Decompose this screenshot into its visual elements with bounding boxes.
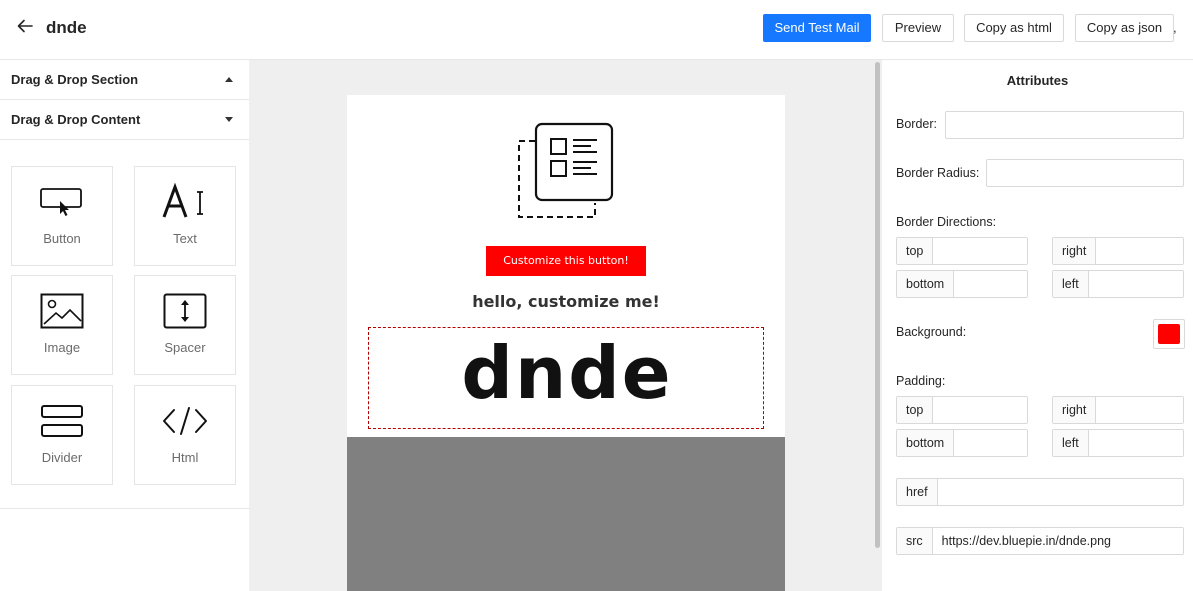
tile-button-label: Button <box>43 231 81 246</box>
button-icon <box>40 188 82 216</box>
padding-bottom-addon: bottom <box>897 430 955 456</box>
border-radius-label: Border Radius: <box>896 166 979 180</box>
padding-bottom-field[interactable]: bottom <box>896 429 1028 457</box>
href-addon: href <box>897 479 938 505</box>
back-arrow-icon[interactable] <box>16 17 34 35</box>
padding-top-input[interactable] <box>933 397 1027 423</box>
app-title: dnde <box>46 18 87 37</box>
background-color-picker[interactable] <box>1153 319 1185 349</box>
border-label: Border: <box>896 117 937 131</box>
border-left-input[interactable] <box>1088 271 1183 297</box>
caret-down-icon <box>225 117 233 122</box>
html-icon <box>163 407 207 435</box>
email-cta-button[interactable]: Customize this button! <box>486 246 646 276</box>
border-directions-label-colon: : <box>992 215 997 229</box>
canvas-scrollbar[interactable] <box>875 62 880 548</box>
email-heading-text[interactable]: hello, customize me! <box>347 292 785 311</box>
padding-label-text: Padding <box>896 374 942 388</box>
border-radius-label-colon: : <box>975 166 980 180</box>
tile-divider[interactable]: Divider <box>11 385 113 485</box>
text-icon <box>162 182 203 218</box>
background-label-colon: : <box>962 325 967 339</box>
border-directions-label-text: Border Directions <box>896 215 993 229</box>
border-top-field[interactable]: top <box>896 237 1028 265</box>
border-directions-label: Border Directions: <box>896 215 996 229</box>
tile-text[interactable]: Text <box>134 166 236 266</box>
padding-right-input[interactable] <box>1096 397 1183 423</box>
content-tiles-panel: Button Text Image Spacer Divider Html <box>0 141 250 509</box>
border-bottom-addon: bottom <box>897 271 955 297</box>
header-trailing-text: , <box>1173 20 1177 35</box>
preview-button[interactable]: Preview <box>882 14 954 42</box>
dnde-logo-text: dnde <box>461 331 672 415</box>
attributes-title: Attributes <box>1006 73 1069 88</box>
border-radius-label-text: Border Radius <box>896 166 976 180</box>
src-input[interactable] <box>932 528 1183 554</box>
attributes-panel: Attributes Border: Border Radius: Border… <box>882 60 1193 591</box>
image-icon <box>40 293 84 329</box>
content-header-label: Drag & Drop Content <box>11 112 141 127</box>
border-radius-input[interactable] <box>986 159 1184 187</box>
padding-bottom-input[interactable] <box>954 430 1027 456</box>
caret-up-icon <box>225 77 233 82</box>
drag-drop-content-header[interactable]: Drag & Drop Content <box>0 100 249 140</box>
padding-left-input[interactable] <box>1088 430 1183 456</box>
tile-divider-label: Divider <box>41 450 83 465</box>
padding-label: Padding: <box>896 374 945 388</box>
border-right-field[interactable]: right <box>1052 237 1184 265</box>
border-bottom-field[interactable]: bottom <box>896 270 1028 298</box>
section-header-label: Drag & Drop Section <box>11 72 139 87</box>
tile-text-label: Text <box>173 231 197 246</box>
padding-left-addon: left <box>1053 430 1089 456</box>
href-field[interactable]: href <box>896 478 1184 506</box>
email-logo-image-block[interactable]: dnde <box>368 327 764 429</box>
tile-button[interactable]: Button <box>11 166 113 266</box>
left-sidebar: Drag & Drop Section Drag & Drop Content … <box>0 60 250 591</box>
border-left-field[interactable]: left <box>1052 270 1184 298</box>
border-top-addon: top <box>897 238 934 264</box>
tile-html[interactable]: Html <box>134 385 236 485</box>
tile-spacer[interactable]: Spacer <box>134 275 236 375</box>
padding-label-colon: : <box>941 374 946 388</box>
divider-icon <box>41 405 83 437</box>
email-preview[interactable]: Customize this button! hello, customize … <box>347 95 785 591</box>
padding-left-field[interactable]: left <box>1052 429 1184 457</box>
tile-image-label: Image <box>43 340 81 355</box>
border-label-text: Border <box>896 117 934 131</box>
drag-drop-section-header[interactable]: Drag & Drop Section <box>0 60 249 100</box>
copy-as-json-button[interactable]: Copy as json <box>1075 14 1174 42</box>
send-test-mail-button[interactable]: Send Test Mail <box>763 14 871 42</box>
tile-html-label: Html <box>171 450 199 465</box>
background-label-text: Background <box>896 325 963 339</box>
border-label-colon: : <box>933 117 938 131</box>
email-footer-section[interactable] <box>347 437 785 591</box>
email-canvas[interactable]: Customize this button! hello, customize … <box>250 60 882 591</box>
padding-top-field[interactable]: top <box>896 396 1028 424</box>
newsletter-illustration-icon <box>518 122 614 218</box>
border-input[interactable] <box>945 111 1184 139</box>
src-field[interactable]: src <box>896 527 1184 555</box>
href-input[interactable] <box>937 479 1183 505</box>
border-right-addon: right <box>1053 238 1097 264</box>
copy-as-html-button[interactable]: Copy as html <box>964 14 1064 42</box>
tile-spacer-label: Spacer <box>164 340 206 355</box>
background-label: Background: <box>896 325 966 339</box>
padding-right-addon: right <box>1053 397 1097 423</box>
border-top-input[interactable] <box>933 238 1027 264</box>
src-addon: src <box>897 528 933 554</box>
spacer-icon <box>163 293 207 329</box>
background-color-swatch <box>1158 324 1180 344</box>
border-bottom-input[interactable] <box>954 271 1027 297</box>
app-header: dnde Send Test Mail Preview Copy as html… <box>0 0 1193 60</box>
tile-image[interactable]: Image <box>11 275 113 375</box>
padding-top-addon: top <box>897 397 934 423</box>
dnde-logo-image: dnde <box>461 331 672 415</box>
padding-right-field[interactable]: right <box>1052 396 1184 424</box>
border-left-addon: left <box>1053 271 1089 297</box>
border-right-input[interactable] <box>1096 238 1183 264</box>
